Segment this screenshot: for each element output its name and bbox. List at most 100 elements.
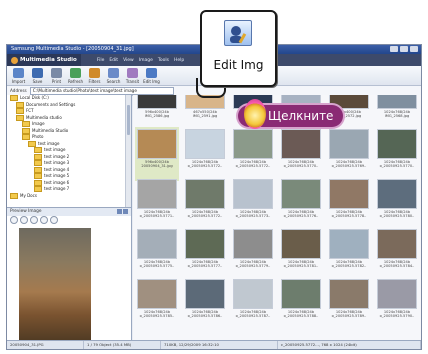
thumbnail-item[interactable]: 1024x768/24b o_20050925.5790.. bbox=[375, 277, 419, 331]
thumbnail-item[interactable]: 1024x768/24b o_20050925.5772.. bbox=[231, 127, 275, 181]
app-logo: Multimedia Studio bbox=[7, 54, 81, 66]
menu: File Edit View Image Tools Help bbox=[97, 58, 184, 63]
maximize-button[interactable] bbox=[400, 46, 408, 52]
folder-tree: Local Disk (C:) Documents and Settings FCT… bbox=[7, 95, 132, 207]
thumbnail-filename: o_20050925.5777.. bbox=[187, 264, 223, 269]
menu-item[interactable]: Help bbox=[174, 58, 184, 63]
folder-icon bbox=[22, 121, 30, 128]
menu-item[interactable]: Edit bbox=[109, 58, 118, 63]
full-screen-icon[interactable] bbox=[50, 216, 58, 224]
thumbnail-item[interactable]: 1024x768/24b o_20050925.5778.. bbox=[327, 177, 371, 231]
transit-button[interactable]: Transit bbox=[123, 66, 142, 86]
thumbnail-filename: IMG_2591.jpg bbox=[192, 114, 218, 119]
thumbnail-image bbox=[137, 179, 177, 209]
edit-img-button[interactable]: Edit Img bbox=[142, 66, 161, 86]
toolbar-label: Filters bbox=[88, 79, 101, 84]
thumbnail-image bbox=[329, 279, 369, 309]
folder-icon bbox=[34, 166, 42, 173]
tree-scrollbar[interactable] bbox=[125, 95, 131, 207]
thumbnail-filename: o_20050925.5781.. bbox=[283, 264, 319, 269]
minimize-button[interactable] bbox=[390, 46, 398, 52]
menu-item[interactable]: Image bbox=[139, 58, 153, 63]
thumbnail-item[interactable]: 1024x768/24b IMG_2568.jpg bbox=[375, 95, 419, 131]
thumbnail-image bbox=[185, 129, 225, 159]
address-input[interactable]: C:\Multimedia studio\Photo\test image\te… bbox=[29, 86, 174, 95]
thumbnail-item[interactable]: 1024x768/24b o_20050925.5789.. bbox=[327, 277, 371, 331]
preview-close-icon[interactable] bbox=[123, 209, 128, 214]
thumbnail-filename: 20050904_31.jpg bbox=[141, 164, 173, 169]
thumbnail-item[interactable]: 1024x768/24b o_20050925.5770.. bbox=[279, 127, 323, 181]
preview-header: Preview Image bbox=[7, 208, 131, 216]
thumbnail-item[interactable]: 1024x768/24b o_20050925.5786.. bbox=[183, 277, 227, 331]
thumbnail-item[interactable]: 596x400/24b 20050904_31.jpg bbox=[135, 127, 179, 181]
close-button[interactable] bbox=[410, 46, 418, 52]
logo-text: Multimedia Studio bbox=[20, 57, 77, 63]
thumbnail-filename: o_20050925.5784.. bbox=[379, 264, 415, 269]
thumbnail-item[interactable]: 1024x768/24b o_20050925.5772.. bbox=[183, 177, 227, 231]
thumbnail-item[interactable]: 1024x768/24b o_20050925.5787.. bbox=[231, 277, 275, 331]
search-button[interactable]: Search bbox=[104, 66, 123, 86]
zoom-out-icon[interactable] bbox=[30, 216, 38, 224]
thumbnail-item[interactable]: 1024x768/24b o_20050925.5788.. bbox=[279, 277, 323, 331]
edit-image-icon bbox=[146, 68, 157, 78]
thumbnail-item[interactable]: 1024x768/24b o_20050925.5784.. bbox=[375, 227, 419, 281]
folder-icon bbox=[16, 108, 24, 115]
save-button[interactable]: Save bbox=[28, 66, 47, 86]
thumbnail-item[interactable]: 1024x768/24b o_20050925.5775.. bbox=[135, 227, 179, 281]
preview-image bbox=[19, 228, 91, 344]
tree-scroll-thumb[interactable] bbox=[127, 105, 130, 135]
thumbnail-filename: o_20050925.5771.. bbox=[139, 214, 175, 219]
tree-item[interactable]: My Docs bbox=[7, 193, 131, 200]
preview-pin-icon[interactable] bbox=[117, 209, 122, 214]
thumbnail-image bbox=[377, 129, 417, 159]
thumbnail-item[interactable]: 1024x768/24b o_20050925.5782.. bbox=[327, 227, 371, 281]
thumbnail-item[interactable]: 1024x768/24b o_20050925.5785.. bbox=[135, 277, 179, 331]
zoom-in-icon[interactable] bbox=[20, 216, 28, 224]
folder-icon bbox=[34, 160, 42, 167]
toolbar-label: Print bbox=[51, 79, 62, 84]
menu-item[interactable]: View bbox=[123, 58, 134, 63]
toolbar-label: Refresh bbox=[67, 79, 84, 84]
print-button[interactable]: Print bbox=[47, 66, 66, 86]
menu-item[interactable]: Tools bbox=[158, 58, 169, 63]
thumbnail-item[interactable]: 1024x768/24b o_20050925.5772.. bbox=[183, 127, 227, 181]
refresh-icon bbox=[70, 68, 81, 78]
thumbnail-filename: o_20050925.5790.. bbox=[379, 314, 415, 319]
thumbnail-filename: o_20050925.5788.. bbox=[283, 314, 319, 319]
thumbnail-item[interactable]: 1024x768/24b o_20050925.5780.. bbox=[375, 177, 419, 231]
tree-item-label: test image 7 bbox=[44, 186, 70, 191]
save-icon bbox=[32, 68, 43, 78]
toolbar-label: Edit Img bbox=[143, 79, 160, 84]
print-icon bbox=[51, 68, 62, 78]
toolbar-label: Import bbox=[11, 79, 26, 84]
thumbnail-item[interactable]: 596x400/24b IMG_2586.jpg bbox=[135, 95, 179, 131]
thumbnail-item[interactable]: 1024x768/24b o_20050925.5776.. bbox=[279, 177, 323, 231]
fit-icon[interactable] bbox=[40, 216, 48, 224]
thumbnail-image bbox=[233, 229, 273, 259]
thumbnail-item[interactable]: 1024x768/24b o_20050925.5773.. bbox=[231, 177, 275, 231]
transit-icon bbox=[127, 68, 138, 78]
thumbnail-filename: o_20050925.5776.. bbox=[283, 214, 319, 219]
thumbnail-item[interactable]: 1024x768/24b o_20050925.5781.. bbox=[279, 227, 323, 281]
thumbnail-item[interactable]: 1024x768/24b o_20050925.5769.. bbox=[327, 127, 371, 181]
thumbnail-image bbox=[281, 279, 321, 309]
filters-button[interactable]: Filters bbox=[85, 66, 104, 86]
rotate-icon[interactable] bbox=[10, 216, 18, 224]
thumbnail-filename: o_20050925.5786.. bbox=[187, 314, 223, 319]
thumbnail-item[interactable]: 1024x768/24b o_20050925.5779.. bbox=[231, 227, 275, 281]
thumbnail-item[interactable]: 1024x768/24b o_20050925.5770.. bbox=[375, 127, 419, 181]
thumbnail-item[interactable]: 467x550/24b IMG_2591.jpg bbox=[183, 95, 227, 131]
hint-label: Щелкните bbox=[268, 109, 334, 123]
thumbnail-item[interactable]: 1024x768/24b o_20050925.5777.. bbox=[183, 227, 227, 281]
status-info: 710KB, 12/29/2009 16:32:10 bbox=[161, 341, 278, 349]
thumbnail-filename: o_20050925.5769.. bbox=[331, 164, 367, 169]
thumbnail-filename: o_20050925.5775.. bbox=[139, 264, 175, 269]
menu-item[interactable]: File bbox=[97, 58, 105, 63]
thumbnail-item[interactable]: 1024x768/24b o_20050925.5771.. bbox=[135, 177, 179, 231]
thumbnail-image bbox=[281, 229, 321, 259]
import-button[interactable]: Import bbox=[9, 66, 28, 86]
logo-icon bbox=[11, 56, 18, 64]
refresh-button[interactable]: Refresh bbox=[66, 66, 85, 86]
thumbnail-filename: IMG_2568.jpg bbox=[384, 114, 410, 119]
thumbnail-filename: o_20050925.5772.. bbox=[187, 164, 223, 169]
